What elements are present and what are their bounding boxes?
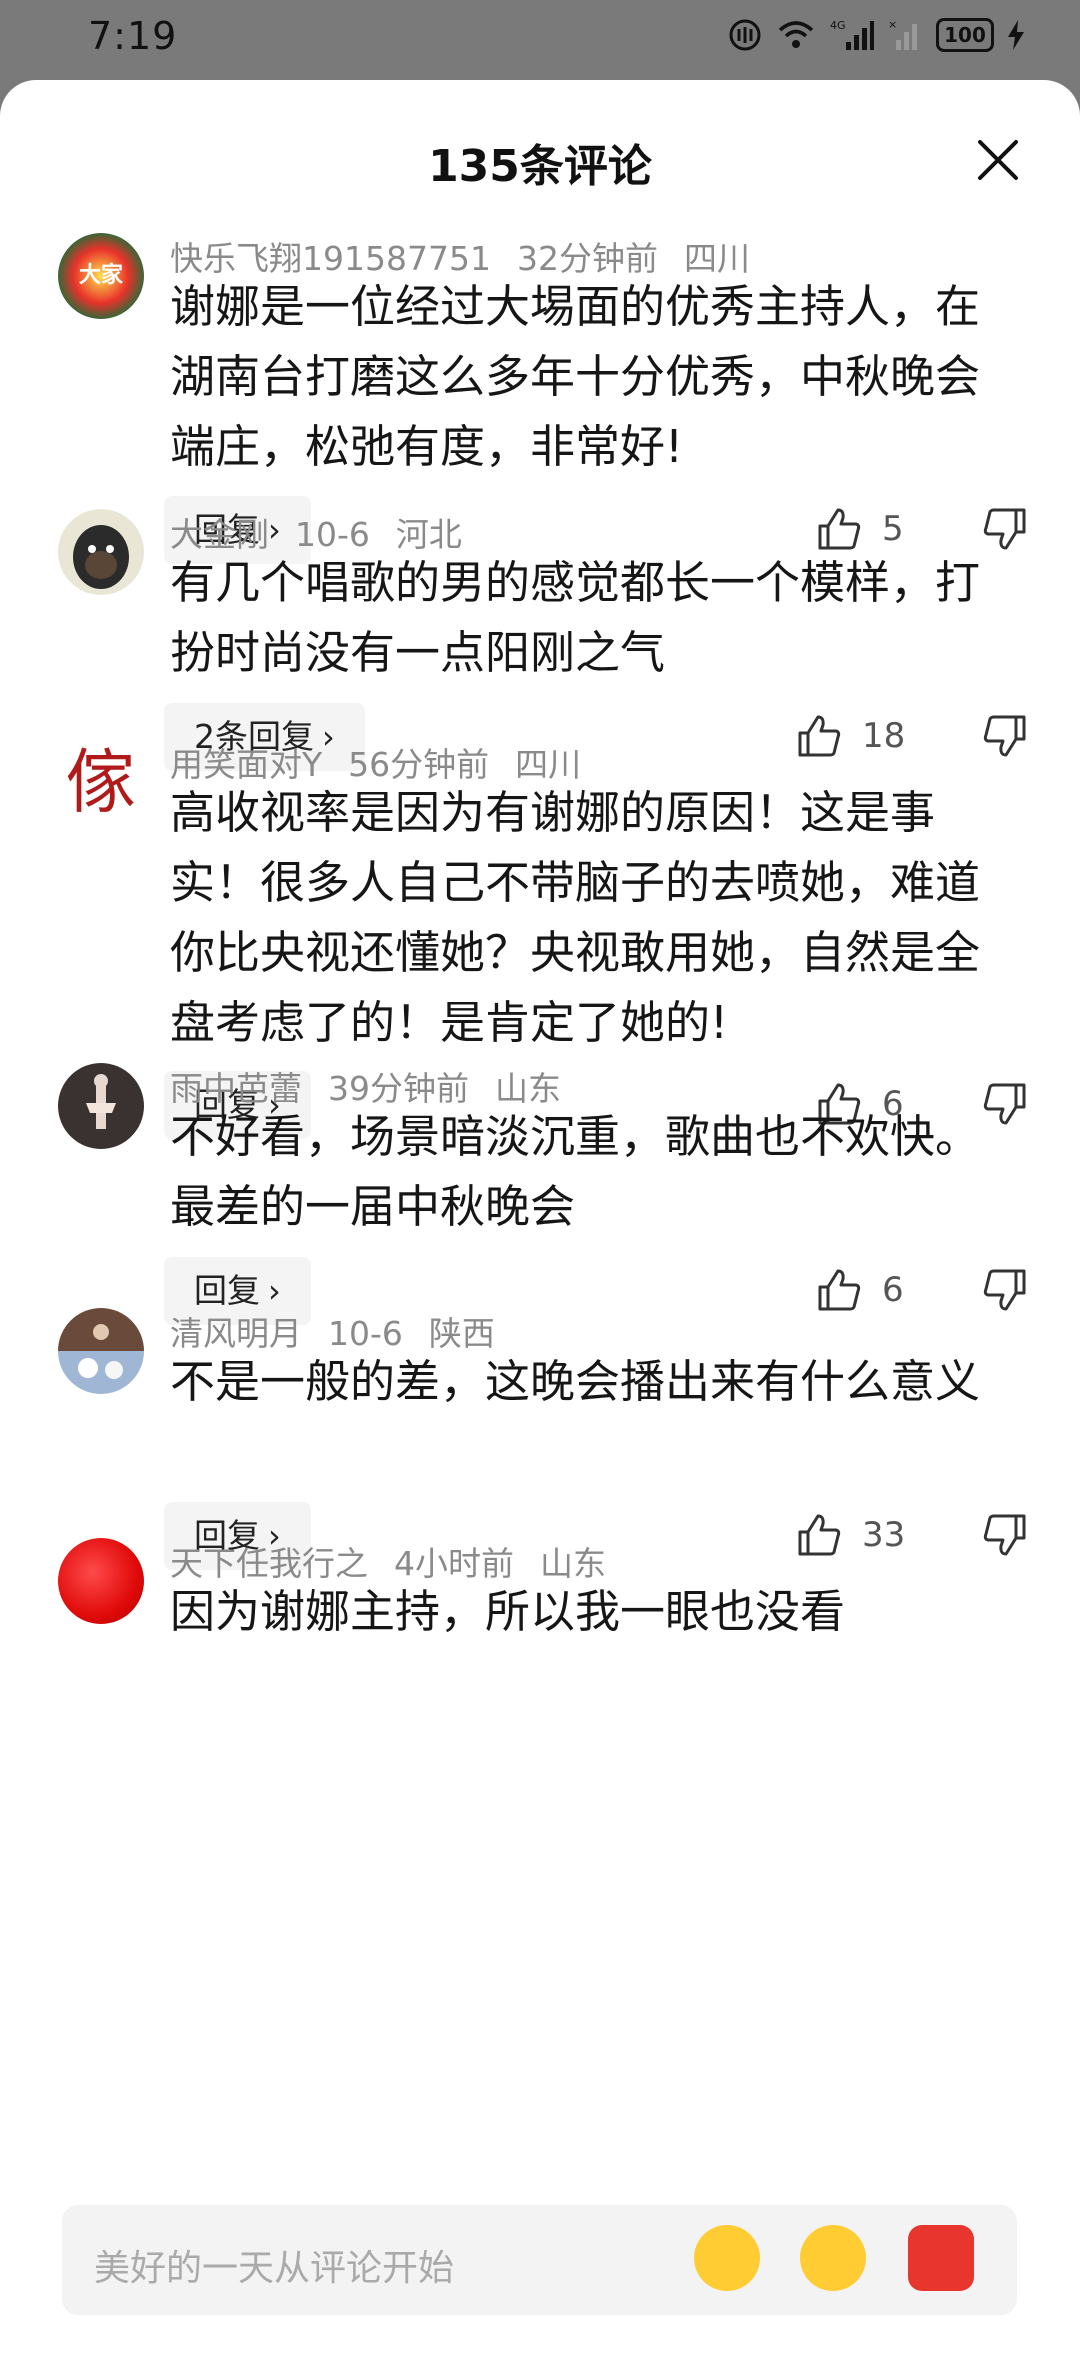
comment-text: 有几个唱歌的男的感觉都长一个模样，打扮时尚没有一点阳刚之气: [170, 556, 981, 679]
like-count: 33: [862, 1515, 906, 1555]
cheer-sticker-icon[interactable]: [908, 2225, 974, 2291]
avatar[interactable]: [58, 509, 144, 595]
svg-text:4G: 4G: [830, 19, 846, 32]
status-icons: 4G × 100: [728, 18, 1024, 52]
status-time: 7:19: [88, 14, 178, 58]
status-bar: 7:19 4G × 100: [0, 0, 1080, 80]
signal-2-icon: ×: [888, 18, 917, 50]
avatar[interactable]: [58, 1308, 144, 1394]
comment-text: 高收视率是因为有谢娜的原因！这是事实！很多人自己不带脑子的去喷她，难道你比央视还…: [170, 786, 981, 1049]
signal-icon: 4G: [830, 19, 874, 50]
comments-sheet: 135条评论 大家 快乐飞翔191587751 32分钟前 四川 谢娜是一位经过大埸…: [0, 80, 1080, 2360]
battery-icon: 100: [936, 18, 994, 52]
close-icon[interactable]: [974, 136, 1022, 184]
thumbs-up-icon: [818, 1269, 861, 1311]
like-count: 6: [882, 1270, 904, 1310]
wifi-icon: [778, 21, 814, 48]
avatar[interactable]: [58, 1063, 144, 1149]
avatar[interactable]: 大家: [58, 233, 144, 319]
avatar[interactable]: [58, 1538, 144, 1624]
svg-text:×: ×: [888, 18, 897, 31]
like-button[interactable]: 6: [816, 1267, 904, 1313]
thumbs-down-icon[interactable]: [982, 1512, 1028, 1558]
thumbs-up-icon: [798, 1514, 841, 1556]
nfc-icon: [729, 19, 761, 51]
like-count: 18: [862, 716, 906, 756]
comment-input[interactable]: 美好的一天从评论开始: [62, 2205, 1017, 2315]
avatar[interactable]: 傢: [58, 739, 144, 825]
like-button[interactable]: 5: [816, 506, 904, 552]
comment-input-placeholder: 美好的一天从评论开始: [94, 2248, 455, 2289]
comment-text: 不好看，场景暗淡沉重，歌曲也不欢快。最差的一届中秋晚会: [170, 1110, 981, 1233]
chevron-right-icon: ›: [268, 1272, 281, 1310]
like-count: 5: [882, 509, 904, 549]
thumbs-down-icon[interactable]: [982, 506, 1028, 552]
like-button[interactable]: 18: [796, 713, 905, 759]
comment-text: 不是一般的差，这晚会播出来有什么意义: [170, 1355, 981, 1408]
charging-icon: [1008, 20, 1024, 50]
thumbs-down-icon[interactable]: [982, 713, 1028, 759]
like-button[interactable]: 33: [796, 1512, 905, 1558]
comment-text: 因为谢娜主持，所以我一眼也没看: [170, 1585, 846, 1638]
comment-text: 谢娜是一位经过大埸面的优秀主持人，在湖南台打磨这么多年十分优秀，中秋晚会端庄，松…: [170, 280, 981, 473]
sheet-title: 135条评论: [428, 141, 652, 192]
laughing-emoji-icon[interactable]: [694, 2225, 760, 2291]
thumbs-up-icon: [798, 715, 841, 757]
thumbs-down-icon[interactable]: [982, 1267, 1028, 1313]
thumbs-up-icon: [818, 508, 861, 550]
smug-emoji-icon[interactable]: [800, 2225, 866, 2291]
reply-label: 回复: [194, 1271, 260, 1310]
